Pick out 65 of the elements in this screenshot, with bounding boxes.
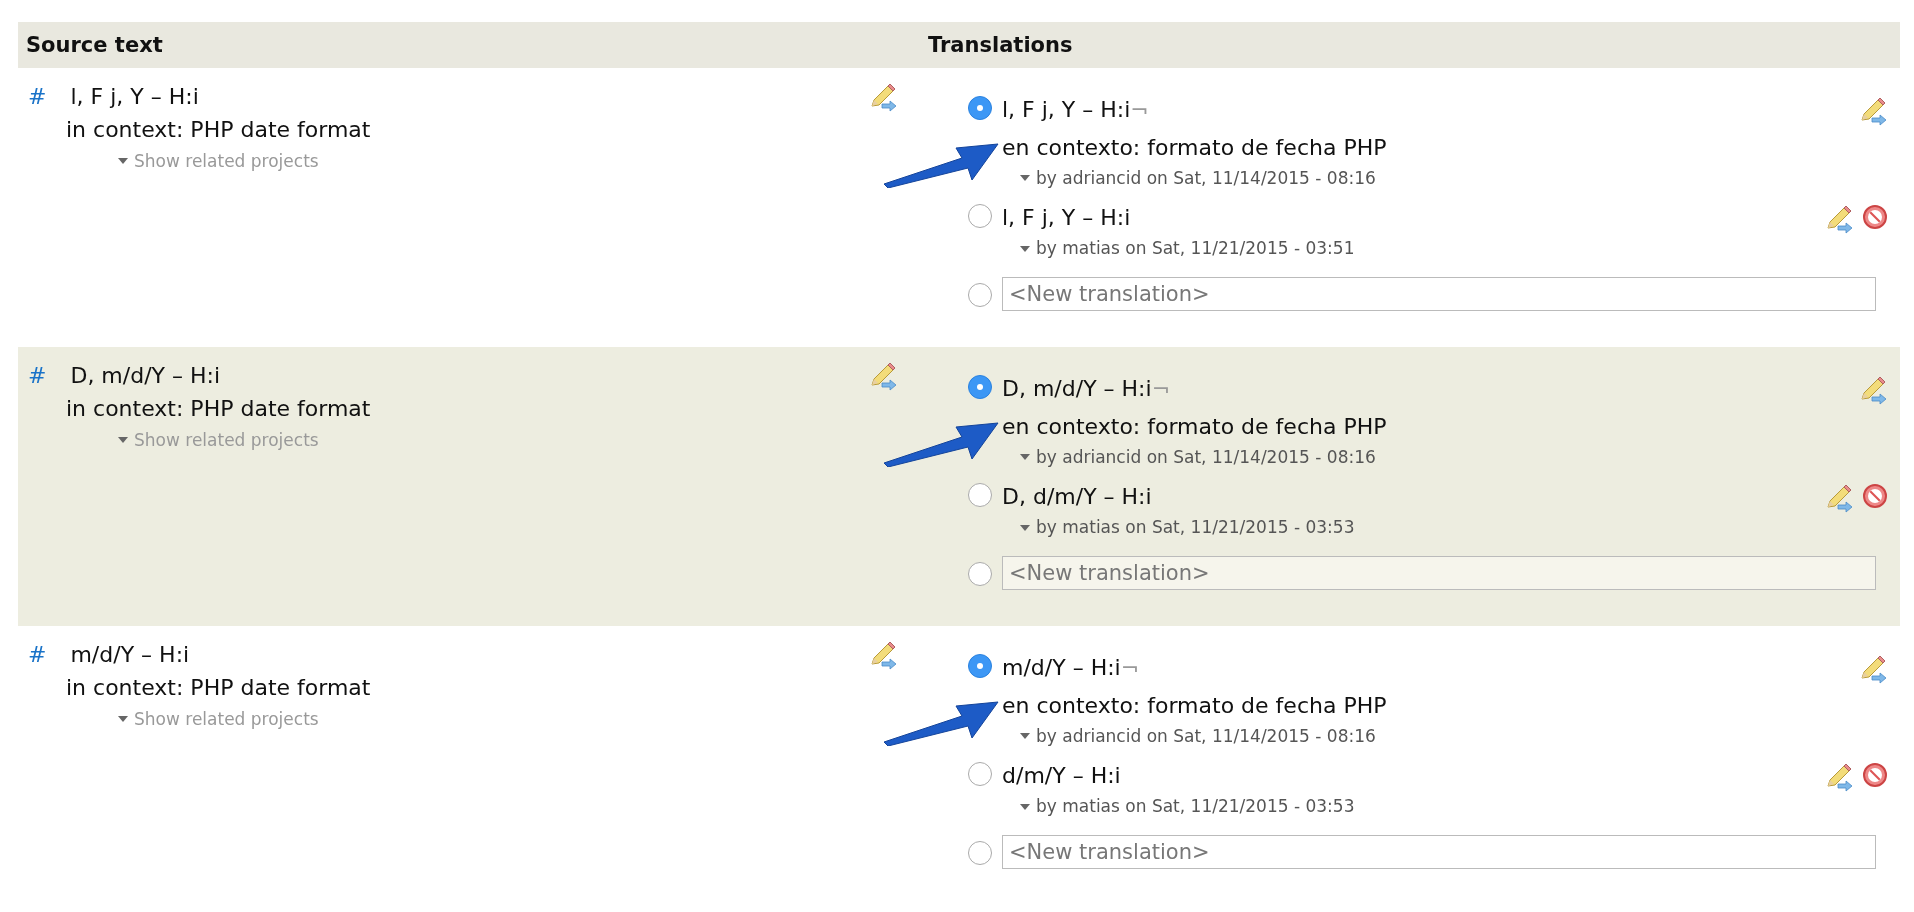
reject-icon[interactable]: [1862, 483, 1888, 510]
edit-pencil-icon[interactable]: [1824, 762, 1854, 793]
edit-pencil-icon[interactable]: [1858, 375, 1888, 405]
translation-text: l, F j, Y – H:i: [1002, 205, 1131, 231]
context-text: en contexto: formato de fecha PHP: [1002, 134, 1387, 160]
edit-pencil-icon[interactable]: [1858, 654, 1888, 684]
line-end-mark: ¬: [1120, 655, 1140, 680]
author-info: by matias on Sat, 11/21/2015 - 03:53: [1036, 795, 1355, 819]
translation-text: d/m/Y – H:i: [1002, 763, 1121, 789]
translation-text: l, F j, Y – H:i: [1002, 97, 1131, 122]
context-text: en contexto: formato de fecha PHP: [1002, 413, 1387, 439]
caret-icon: [1020, 524, 1030, 531]
edit-pencil-icon[interactable]: [1858, 96, 1888, 126]
caret-icon: [118, 437, 128, 444]
line-end-mark: ¬: [1151, 376, 1171, 401]
radio-button[interactable]: [968, 561, 992, 586]
related-projects-link[interactable]: Show related projects: [134, 149, 319, 174]
caret-icon: [118, 716, 128, 723]
author-info: by adriancid on Sat, 11/14/2015 - 08:16: [1036, 724, 1376, 748]
source-text: l, F j, Y – H:i: [70, 83, 199, 111]
author-info: by matias on Sat, 11/21/2015 - 03:51: [1036, 237, 1355, 261]
hash-link[interactable]: #: [28, 361, 47, 392]
radio-button[interactable]: [968, 840, 992, 865]
edit-pencil-icon[interactable]: [868, 82, 898, 112]
edit-pencil-icon[interactable]: [868, 640, 898, 670]
edit-pencil-icon[interactable]: [868, 361, 898, 391]
context-text: in context: PHP date format: [65, 673, 371, 702]
context-text: in context: PHP date format: [65, 115, 371, 144]
source-text: D, m/d/Y – H:i: [70, 362, 221, 390]
radio-button[interactable]: [968, 375, 992, 399]
author-info: by adriancid on Sat, 11/14/2015 - 08:16: [1036, 166, 1376, 190]
new-translation-field[interactable]: <New translation>: [1002, 276, 1876, 311]
radio-button[interactable]: [968, 654, 992, 678]
author-info: by adriancid on Sat, 11/14/2015 - 08:16: [1036, 445, 1376, 469]
caret-icon: [1020, 733, 1030, 740]
radio-button[interactable]: [968, 204, 992, 229]
edit-pencil-icon[interactable]: [1824, 204, 1854, 235]
reject-icon[interactable]: [1862, 204, 1888, 231]
author-info: by matias on Sat, 11/21/2015 - 03:53: [1036, 516, 1355, 540]
radio-button[interactable]: [968, 96, 992, 120]
column-heading: Source text: [25, 33, 164, 57]
hash-link[interactable]: #: [28, 640, 47, 671]
radio-button[interactable]: [968, 282, 992, 307]
source-text: m/d/Y – H:i: [70, 641, 190, 669]
translation-text: D, d/m/Y – H:i: [1002, 484, 1152, 510]
caret-icon: [1020, 245, 1030, 252]
caret-icon: [1020, 803, 1030, 810]
related-projects-link[interactable]: Show related projects: [134, 707, 319, 732]
translation-text: m/d/Y – H:i: [1002, 655, 1121, 680]
line-end-mark: ¬: [1130, 97, 1149, 122]
context-text: en contexto: formato de fecha PHP: [1002, 692, 1387, 718]
reject-icon[interactable]: [1862, 762, 1888, 789]
new-translation-field[interactable]: <New translation>: [1002, 555, 1876, 590]
caret-icon: [1020, 175, 1030, 182]
related-projects-link[interactable]: Show related projects: [134, 428, 319, 453]
caret-icon: [1020, 454, 1030, 461]
radio-button[interactable]: [968, 762, 992, 787]
caret-icon: [118, 158, 128, 165]
context-text: in context: PHP date format: [65, 394, 371, 423]
column-heading: Translations: [928, 33, 1073, 57]
translation-text: D, m/d/Y – H:i: [1002, 376, 1152, 401]
edit-pencil-icon[interactable]: [1824, 483, 1854, 514]
new-translation-field[interactable]: <New translation>: [1002, 834, 1876, 869]
radio-button[interactable]: [968, 483, 992, 508]
hash-link[interactable]: #: [28, 82, 47, 113]
